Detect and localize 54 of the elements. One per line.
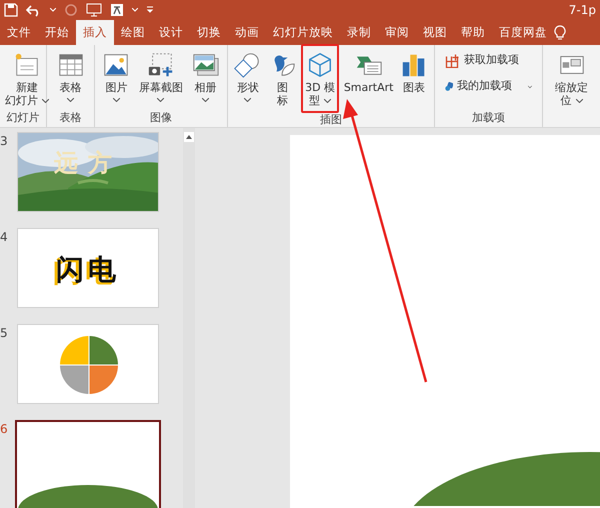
group-label: 图像 [150,110,172,124]
ribbon-tab[interactable]: 动画 [228,20,266,45]
slideshow-icon [86,2,102,17]
text-box-icon [110,2,124,17]
slide-number: 5 [0,324,9,342]
ribbon-tab[interactable]: 录制 [340,20,378,45]
caret-up-icon [186,134,192,139]
ribbon-button[interactable]: 图表 [398,48,430,96]
ribbon-tab[interactable]: 绘图 [114,20,152,45]
ribbon-button[interactable]: 屏幕截图 [136,48,185,104]
ribbon-tab[interactable]: 幻灯片放映 [266,20,340,45]
ribbon-tab[interactable]: 文件 [0,20,38,45]
pie-drawing [59,334,119,395]
ribbon-tab[interactable]: 开始 [38,20,76,45]
ribbon-button[interactable]: 相册 [190,48,222,104]
group-label: 加载项 [472,110,505,124]
ribbon-button[interactable]: 获取加载项 [442,48,535,72]
slide-number: 3 [0,132,9,150]
grid-plus-icon [445,52,460,68]
ribbon-button[interactable]: 新建 幻灯片 [3,48,51,109]
group-label: 表格 [60,110,82,124]
caret-icon [132,8,138,12]
customize-icon [146,6,154,14]
group-label: 插图 [320,112,342,126]
window-title: 7-1p [568,2,596,19]
ribbon-button[interactable]: 表格 [54,48,86,104]
scroll-up-button[interactable] [184,132,194,142]
group-label: 幻灯片 [6,110,40,124]
ribbon-button[interactable]: 我的加载项 [442,75,535,98]
ribbon-tab[interactable]: 审阅 [378,20,416,45]
lightbulb-icon [554,24,566,41]
scrollbar[interactable] [183,128,195,508]
ribbon-button[interactable]: 图片 [100,48,132,104]
ribbon-button[interactable]: 图 标 [266,48,298,109]
redo-icon [64,2,78,17]
ribbon-tab[interactable]: 切换 [190,20,228,45]
ribbon-tab[interactable]: 百度网盘 [492,20,554,45]
save-icon [4,2,18,17]
ribbon-tab[interactable]: 帮助 [454,20,492,45]
ribbon-button[interactable]: SmartArt [342,48,396,96]
slide-thumbnail[interactable]: 闪电 [17,228,159,308]
ribbon-tab[interactable]: 设计 [152,20,190,45]
caret-icon [50,8,56,12]
slide-number: 4 [0,228,9,246]
ribbon-button[interactable]: 缩放定 位 [553,48,590,109]
slide-thumbnail[interactable] [15,420,161,508]
screenshot-icon [146,50,175,79]
slide-canvas[interactable] [290,134,600,508]
ribbon-button[interactable]: 形状 [232,48,264,104]
ribbon-button[interactable]: 3D 模 型 [303,48,338,109]
slide-title: 闪电 [55,252,121,288]
ribbon-tab[interactable]: 插入 [76,20,114,45]
ribbon-tab[interactable]: 视图 [416,20,454,45]
slide-number: 6 [0,420,9,438]
